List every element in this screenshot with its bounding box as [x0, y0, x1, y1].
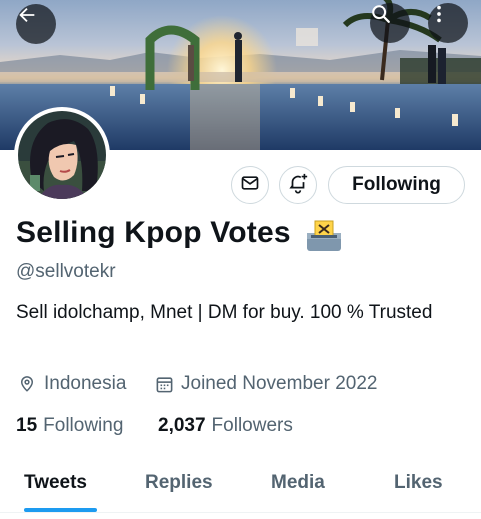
message-button[interactable]	[231, 166, 269, 204]
profile-page: Following Selling Kpop Votes @sellvotekr…	[0, 0, 481, 519]
calendar-icon	[153, 373, 175, 395]
notifications-button[interactable]	[279, 166, 317, 204]
ballot-box-emoji	[305, 219, 343, 258]
followers-count: 2,037	[158, 415, 206, 436]
avatar-image	[18, 111, 106, 199]
location: Indonesia	[16, 371, 126, 397]
joined-text: Joined November 2022	[181, 373, 378, 394]
bio: Sell idolchamp, Mnet | DM for buy. 100 %…	[16, 302, 433, 323]
location-pin-icon	[16, 373, 38, 395]
tab-media[interactable]: Media	[271, 472, 325, 494]
display-name: Selling Kpop Votes	[16, 216, 291, 249]
tab-replies[interactable]: Replies	[145, 472, 213, 494]
followers-label: Followers	[211, 415, 293, 436]
following-button[interactable]: Following	[328, 166, 465, 204]
avatar[interactable]	[14, 107, 110, 203]
bell-plus-icon	[287, 172, 309, 199]
tab-likes[interactable]: Likes	[394, 472, 443, 494]
back-button[interactable]	[16, 4, 56, 44]
tab-tweets[interactable]: Tweets	[24, 472, 87, 494]
joined-date: Joined November 2022	[153, 371, 377, 397]
tabs-divider	[0, 512, 481, 513]
search-button[interactable]	[370, 3, 410, 43]
location-text: Indonesia	[44, 373, 127, 394]
profile-tabs: Tweets Replies Media Likes	[0, 460, 481, 519]
more-options-button[interactable]	[428, 3, 468, 43]
following-count-link[interactable]: 15 Following	[16, 413, 123, 439]
following-count: 15	[16, 415, 38, 436]
envelope-icon	[240, 173, 260, 198]
following-label: Following	[43, 415, 124, 436]
followers-count-link[interactable]: 2,037 Followers	[158, 413, 293, 439]
handle: @sellvotekr	[16, 261, 116, 282]
